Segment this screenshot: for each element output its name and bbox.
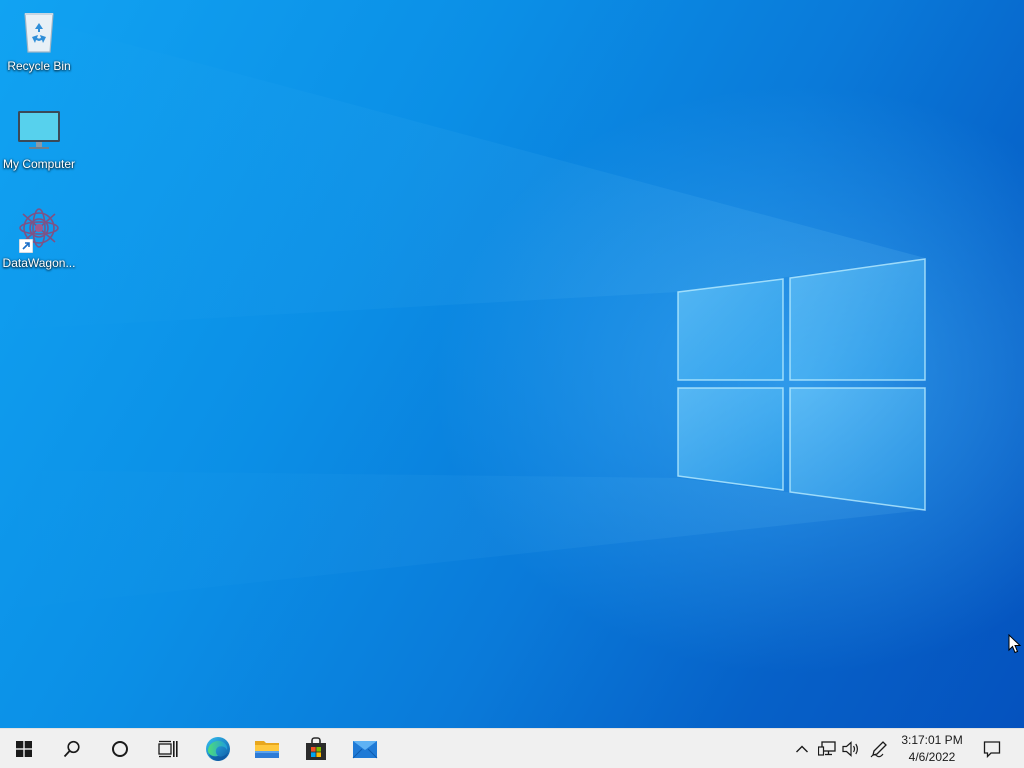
desktop-icon-label: Recycle Bin xyxy=(7,59,71,73)
mail-taskbar-button[interactable] xyxy=(341,729,389,768)
shortcut-arrow-icon xyxy=(19,239,33,253)
mail-envelope-icon xyxy=(352,741,378,759)
taskbar: 3:17:01 PM 4/6/2022 xyxy=(0,728,1024,768)
edge-browser-icon xyxy=(206,737,230,761)
task-view-button[interactable] xyxy=(144,729,192,768)
windows-logo-icon xyxy=(16,741,32,757)
computer-monitor-icon xyxy=(15,106,63,154)
clock-time: 3:17:01 PM xyxy=(901,733,963,747)
volume-tray-button[interactable] xyxy=(839,729,863,768)
folder-icon xyxy=(255,741,279,758)
datawagon-app-icon xyxy=(15,205,63,253)
clock-date: 4/6/2022 xyxy=(908,750,956,764)
start-button[interactable] xyxy=(0,729,48,768)
pen-workspace-button[interactable] xyxy=(867,729,891,768)
chevron-up-icon xyxy=(796,745,808,753)
cortana-button[interactable] xyxy=(96,729,144,768)
recycle-bin-icon xyxy=(15,8,63,56)
cortana-circle-icon xyxy=(112,741,128,757)
action-center-icon xyxy=(983,741,1001,758)
pen-icon xyxy=(870,741,887,758)
mouse-cursor-icon xyxy=(1008,634,1022,654)
store-taskbar-button[interactable] xyxy=(292,729,340,768)
show-hidden-icons-button[interactable] xyxy=(790,729,814,768)
network-icon xyxy=(818,741,836,756)
search-icon xyxy=(63,740,80,758)
search-button[interactable] xyxy=(48,729,96,768)
desktop-icon-datawagon[interactable]: DataWagon... xyxy=(0,205,78,270)
desktop-icon-label: My Computer xyxy=(2,157,76,171)
speaker-icon xyxy=(842,741,858,757)
network-tray-button[interactable] xyxy=(815,729,839,768)
desktop-icon-my-computer[interactable]: My Computer xyxy=(0,106,78,171)
desktop-icon-recycle-bin[interactable]: Recycle Bin xyxy=(0,8,78,73)
task-view-icon xyxy=(158,740,178,758)
edge-taskbar-button[interactable] xyxy=(194,729,242,768)
file-explorer-taskbar-button[interactable] xyxy=(243,729,291,768)
desktop-icon-label: DataWagon... xyxy=(2,256,76,270)
desktop[interactable]: Recycle Bin My Computer DataWagon... xyxy=(0,0,1024,728)
wallpaper-windows-logo xyxy=(0,10,926,610)
store-bag-icon xyxy=(306,737,326,760)
clock[interactable]: 3:17:01 PM 4/6/2022 xyxy=(896,729,968,768)
action-center-button[interactable] xyxy=(976,729,1008,768)
